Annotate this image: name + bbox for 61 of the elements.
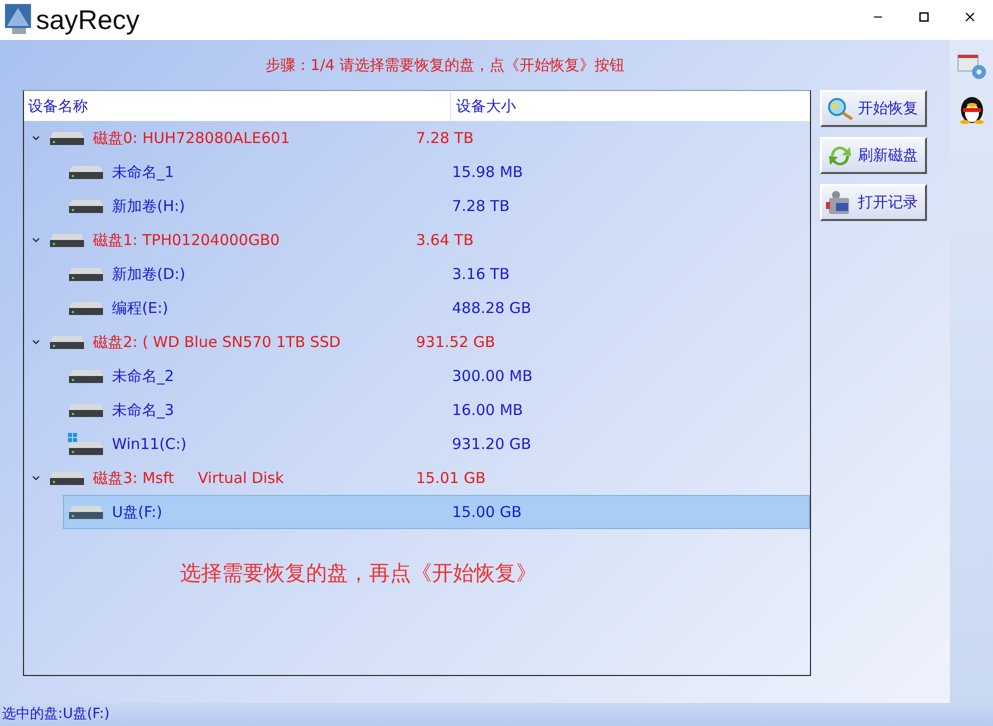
drive-icon [68,165,104,179]
drive-icon [68,403,104,417]
action-button[interactable]: 开始恢复 [820,90,927,127]
device-size: 300.00 MB [452,367,532,385]
device-name: 磁盘1: TPH01204000GB0 [93,230,280,250]
drive-icon [68,267,104,281]
device-size: 488.28 GB [452,299,532,317]
device-name: 新加卷(D:) [112,264,186,284]
status-text: 选中的盘:U盘(F:) [0,703,993,726]
drive-icon [68,301,104,315]
maximize-icon[interactable] [919,12,929,22]
device-name: 未命名_1 [112,162,174,182]
device-name: 磁盘0: HUH728080ALE601 [93,128,290,148]
device-size: 7.28 TB [416,129,474,147]
device-row[interactable]: 新加卷(H:) 7.28 TB [63,189,810,223]
device-name: 未命名_3 [112,400,174,420]
hint-annotation: 选择需要恢复的盘，再点《开始恢复》 [180,560,538,587]
device-row[interactable]: 未命名_2 300.00 MB [63,359,810,393]
column-header: 设备名称 [24,91,451,121]
device-size: 15.00 GB [452,503,522,521]
device-size: 7.28 TB [452,197,510,215]
close-icon[interactable] [965,12,975,22]
device-name: 编程(E:) [112,298,168,318]
action-button[interactable]: 刷新磁盘 [820,137,927,174]
device-row[interactable]: 编程(E:) 488.28 GB [63,291,810,325]
device-size: 16.00 MB [452,401,523,419]
device-name: 磁盘3: Msft Virtual Disk [93,468,284,488]
device-name: 未命名_2 [112,366,174,386]
device-name: Win11(C:) [112,435,186,453]
device-size: 3.16 TB [452,265,510,283]
chevron-icon[interactable] [31,133,41,143]
chevron-icon[interactable] [31,337,41,347]
window-title: sayRecy [36,4,140,36]
device-name: U盘(F:) [112,502,162,522]
device-row[interactable]: 新加卷(D:) 3.16 TB [63,257,810,291]
device-row[interactable]: 未命名_1 15.98 MB [63,155,810,189]
drive-icon [49,335,85,349]
drive-icon [68,369,104,383]
drive-icon [68,505,104,519]
drive-icon [49,131,85,145]
chevron-icon[interactable] [31,235,41,245]
device-row[interactable]: 未命名_3 16.00 MB [63,393,810,427]
device-size: 931.20 GB [452,435,532,453]
action-button[interactable]: 打开记录 [820,184,927,221]
device-size: 15.98 MB [452,163,523,181]
device-row[interactable]: 磁盘3: Msft Virtual Disk 15.01 GB [24,461,810,495]
device-size: 931.52 GB [416,333,496,351]
device-name: 新加卷(H:) [112,196,186,216]
magnifier-icon [826,96,854,120]
device-size: 3.64 TB [416,231,474,249]
drive-icon [49,471,85,485]
column-header: 设备大小 [455,96,516,116]
device-row[interactable]: Win11(C:) 931.20 GB [63,427,810,461]
step-instruction: 步骤：1/4 请选择需要恢复的盘，点《开始恢复》按钮 [266,54,626,76]
device-row[interactable]: U盘(F:) 15.00 GB [63,495,810,529]
device-name: 磁盘2: ( WD Blue SN570 1TB SSD [93,332,341,352]
drive-icon [49,233,85,247]
drive-icon [68,199,104,213]
device-size: 15.01 GB [416,469,486,487]
system-drive-icon [68,433,104,455]
chevron-icon[interactable] [31,473,41,483]
